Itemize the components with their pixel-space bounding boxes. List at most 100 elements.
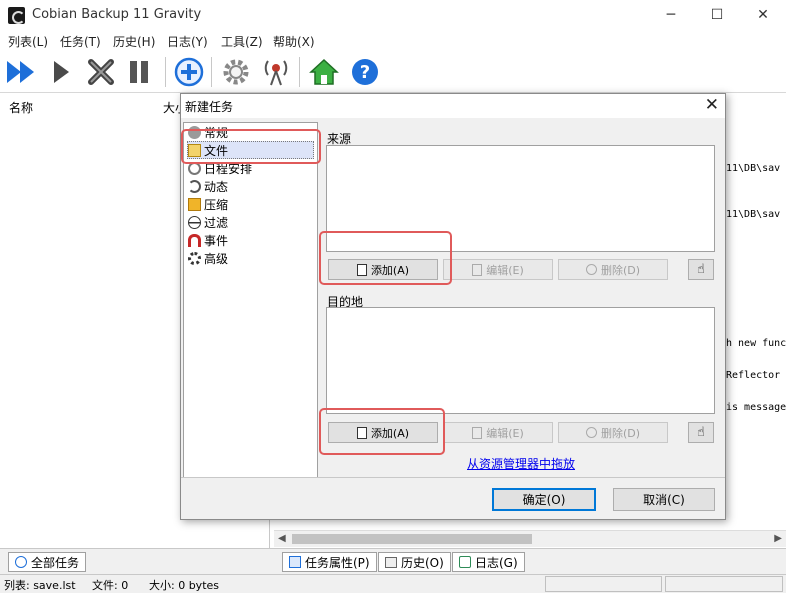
log-line: 11\DB\sav [726,209,781,220]
tab-label: 全部任务 [31,555,80,570]
tab-all-tasks[interactable]: 全部任务 [8,552,87,572]
toolbar-separator [165,57,166,87]
maximize-button[interactable]: ☐ [694,0,740,31]
status-size: 大小: 0 bytes [149,579,220,592]
help-button[interactable]: ? [348,55,382,89]
drag-from-explorer-link[interactable]: 从资源管理器中拖放 [467,455,575,472]
minimize-button[interactable]: ─ [648,0,694,31]
properties-icon [289,556,301,568]
category-tree: 常规 文件 日程安排 动态 压缩 过滤 事件 高级 [183,122,318,478]
bottom-tab-bar: 全部任务 任务属性(P) 历史(O) 日志(G) [0,548,786,574]
general-icon [188,125,201,139]
menu-tools[interactable]: 工具(Z) [221,33,263,50]
schedule-icon [188,161,201,175]
hand-pointer-icon: ☝ [697,425,705,440]
hand-pointer-icon: ☝ [697,262,705,277]
svg-text:?: ? [360,62,370,83]
home-icon [309,58,339,85]
tree-item-dynamic[interactable]: 动态 [188,177,228,195]
cancel-button[interactable]: 取消(C) [613,488,715,511]
toolbar-separator [211,57,212,87]
destination-add-button[interactable]: 添加(A) [328,422,438,443]
run-button[interactable] [44,55,78,89]
destination-delete-button[interactable]: 删除(D) [558,422,668,443]
dialog-close-button[interactable]: ✕ [705,95,719,115]
tree-item-schedule[interactable]: 日程安排 [188,159,252,177]
tab-history[interactable]: 历史(O) [378,552,451,572]
tab-label: 任务属性(P) [305,555,370,570]
new-file-icon [356,426,367,439]
source-edit-button[interactable]: 编辑(E) [443,259,553,280]
menu-list[interactable]: 列表(L) [8,33,48,50]
tree-item-events[interactable]: 事件 [188,231,228,249]
scroll-right-icon[interactable]: ▶ [774,533,782,544]
log-pane: 11\DB\sav 11\DB\sav h new func Reflector… [724,93,786,548]
edit-icon [472,426,483,439]
pause-button[interactable] [122,55,156,89]
app-icon [8,7,25,24]
destination-list[interactable] [326,307,715,414]
source-add-button[interactable]: 添加(A) [328,259,438,280]
stop-icon [88,59,114,85]
status-list: 列表: save.lst [4,579,76,592]
tree-item-advanced[interactable]: 高级 [188,249,228,267]
tab-label: 日志(G) [475,555,518,570]
dialog-title: 新建任务 [185,100,234,114]
source-delete-button[interactable]: 删除(D) [558,259,668,280]
pause-icon [130,61,148,83]
tree-item-files[interactable]: 文件 [187,141,314,159]
menu-bar: 列表(L) 任务(T) 历史(H) 日志(Y) 工具(Z) 帮助(X) [0,31,786,51]
status-files: 文件: 0 [92,579,129,592]
ok-button[interactable]: 确定(O) [492,488,596,511]
source-drop-button[interactable]: ☝ [688,259,714,280]
tab-log[interactable]: 日志(G) [452,552,525,572]
destination-edit-button[interactable]: 编辑(E) [443,422,553,443]
log-icon [459,556,471,568]
run-all-icon [7,61,34,83]
source-list[interactable] [326,145,715,252]
toolbar: ? [0,51,786,93]
status-progress-1 [545,576,662,592]
antenna-button[interactable] [259,55,293,89]
stop-button[interactable] [84,55,118,89]
dialog-title-bar: 新建任务 ✕ [181,94,725,118]
tree-item-general[interactable]: 常规 [188,123,228,141]
tree-item-compression[interactable]: 压缩 [188,195,228,213]
new-task-icon [174,57,204,87]
scroll-thumb[interactable] [292,534,532,544]
delete-icon [585,264,597,275]
close-button[interactable]: ✕ [740,0,786,31]
antenna-icon [264,60,288,86]
dynamic-icon [188,179,201,193]
new-task-button[interactable] [172,55,206,89]
tab-task-properties[interactable]: 任务属性(P) [282,552,377,572]
destination-drop-button[interactable]: ☝ [688,422,714,443]
horizontal-scrollbar[interactable]: ◀ ▶ [274,530,786,547]
clock-icon [15,556,27,568]
menu-log[interactable]: 日志(Y) [167,33,208,50]
history-icon [385,556,397,568]
run-all-button[interactable] [4,55,38,89]
tree-item-filter[interactable]: 过滤 [188,213,228,231]
new-task-dialog: 新建任务 ✕ 常规 文件 日程安排 动态 压缩 过滤 事件 高级 来源 添加(A… [180,93,726,520]
home-button[interactable] [307,55,341,89]
run-icon [54,61,69,83]
settings-icon [223,59,249,85]
scroll-left-icon[interactable]: ◀ [278,533,286,544]
folder-icon [188,197,201,211]
column-header-name[interactable]: 名称 [9,99,33,116]
menu-help[interactable]: 帮助(X) [273,33,315,50]
menu-history[interactable]: 历史(H) [113,33,155,50]
magnet-icon [188,233,201,247]
help-icon: ? [352,59,378,85]
log-line: is message [726,402,786,413]
new-file-icon [356,263,367,276]
toolbar-separator [299,57,300,87]
menu-task[interactable]: 任务(T) [60,33,101,50]
tab-label: 历史(O) [401,555,444,570]
edit-icon [472,263,483,276]
log-line: 11\DB\sav [726,163,781,174]
delete-icon [585,427,597,438]
settings-button[interactable] [219,55,253,89]
footer-divider [181,477,725,478]
